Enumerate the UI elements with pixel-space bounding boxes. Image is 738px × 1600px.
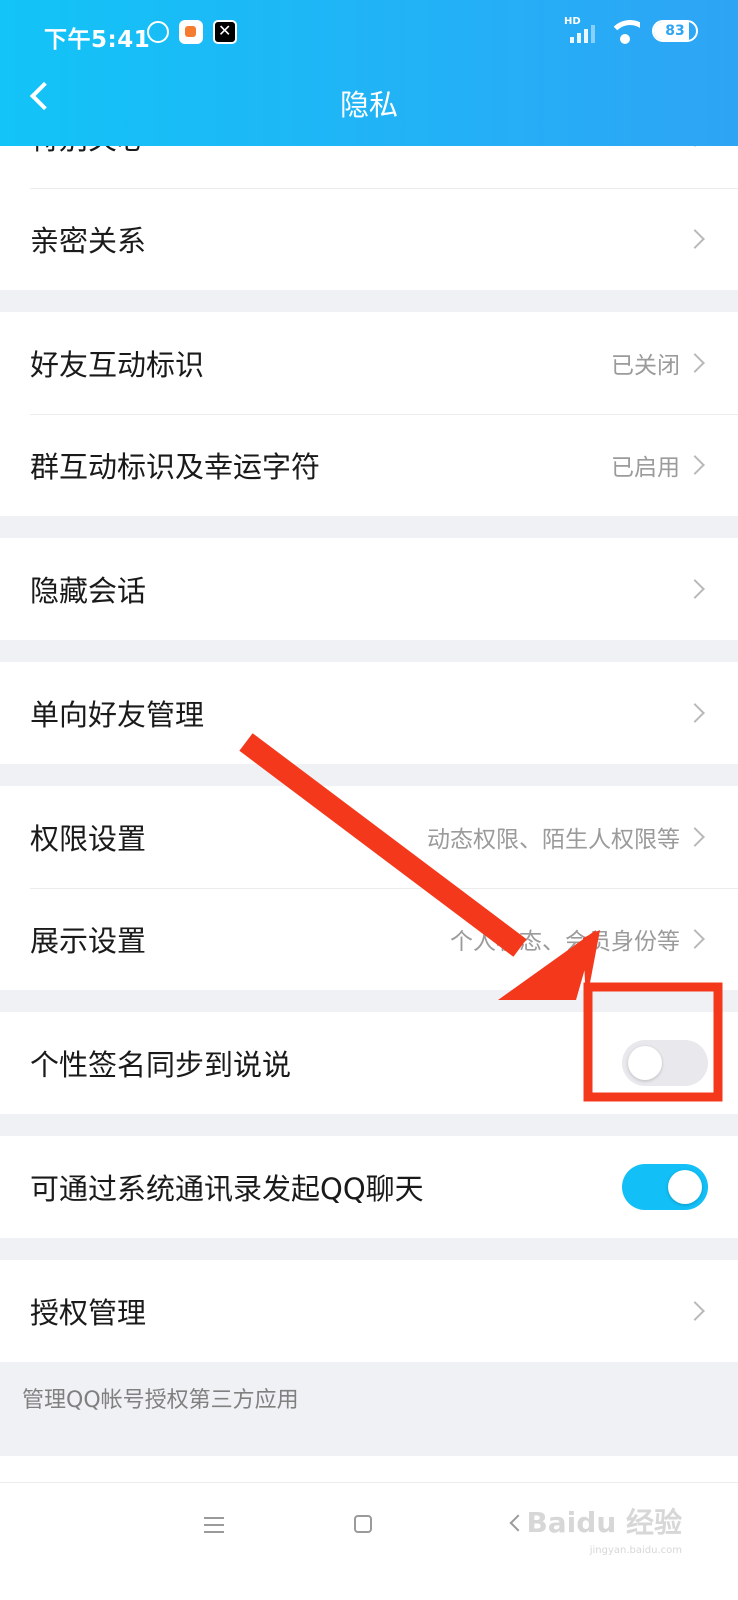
toggle-switch[interactable] [622,1040,708,1086]
settings-row-label: 亲密关系 [30,224,147,258]
settings-row-label: 单向好友管理 [30,698,205,732]
wifi-icon [610,18,640,44]
settings-row[interactable]: 授权管理 [0,1260,738,1362]
settings-row-label: 授权管理 [30,1296,147,1330]
settings-group: 个性签名同步到说说 [0,1012,738,1114]
settings-row[interactable]: 个性签名同步到说说 [0,1012,738,1114]
nav-bar: 隐私 [0,68,738,146]
watermark-url: jingyan.baidu.com [589,1545,682,1556]
group-spacer [0,640,738,662]
alarm-icon [147,21,169,43]
chevron-right-icon [685,703,705,723]
signal-icon: HD [564,16,598,43]
app-header: 下午5:41 HD 83 隐私 [0,0,738,146]
menu-icon[interactable] [204,1517,224,1533]
toggle-knob [628,1046,662,1080]
settings-row[interactable]: 权限设置 动态权限、陌生人权限等 [0,786,738,888]
group-spacer [0,990,738,1012]
settings-row[interactable]: 群互动标识及幸运字符 已启用 [0,414,738,516]
status-icons-right: HD 83 [564,16,698,44]
chevron-right-icon [685,455,705,475]
settings-row-label: 展示设置 [30,924,147,958]
group-spacer [0,516,738,538]
settings-group: 好友互动标识 已关闭群互动标识及幸运字符 已启用 [0,312,738,516]
settings-row-value: 已关闭 [611,353,680,379]
settings-row-label: 隐藏会话 [30,574,147,608]
status-icons-left [147,20,237,44]
chevron-right-icon [685,229,705,249]
settings-row[interactable]: 单向好友管理 [0,662,738,764]
settings-row-label: 可通过系统通讯录发起QQ聊天 [30,1172,424,1206]
settings-row-label: 权限设置 [30,822,147,856]
chevron-right-icon [685,1301,705,1321]
chevron-right-icon [685,929,705,949]
status-time: 下午5:41 [44,27,151,53]
settings-group: 权限设置 动态权限、陌生人权限等展示设置 个人状态、会员身份等 [0,786,738,990]
system-nav-bar: Baidu 经验 jingyan.baidu.com [0,1482,738,1600]
settings-row[interactable]: 好友互动标识 已关闭 [0,312,738,414]
settings-row[interactable]: 可通过系统通讯录发起QQ聊天 [0,1136,738,1238]
settings-row[interactable]: 亲密关系 [0,188,738,290]
group-spacer [0,764,738,786]
group-spacer [0,1434,738,1456]
settings-row-value: 动态权限、陌生人权限等 [427,827,680,853]
settings-row-label: 好友互动标识 [30,348,205,382]
group-spacer [0,1114,738,1136]
page-title: 隐私 [339,88,398,122]
watermark-text: Baidu 经验 [526,1506,682,1539]
chevron-right-icon [685,579,705,599]
settings-group: 授权管理 [0,1260,738,1362]
group-spacer [0,1238,738,1260]
settings-row-label: 个性签名同步到说说 [30,1048,292,1082]
settings-row[interactable]: 展示设置 个人状态、会员身份等 [0,888,738,990]
battery-icon: 83 [652,20,698,42]
chevron-right-icon [685,353,705,373]
settings-row-value: 已启用 [611,455,680,481]
group-footnote: 管理QQ帐号授权第三方应用 [0,1362,738,1434]
settings-list: 特别关心亲密关系好友互动标识已关闭群互动标识及幸运字符已启用隐藏会话单向好友管理… [0,86,738,1558]
settings-row-label: 群互动标识及幸运字符 [30,450,321,484]
settings-row[interactable]: 隐藏会话 [0,538,738,640]
settings-group: 可通过系统通讯录发起QQ聊天 [0,1136,738,1238]
chevron-right-icon [685,827,705,847]
status-bar: 下午5:41 HD 83 [0,0,738,68]
settings-group: 隐藏会话 [0,538,738,640]
toggle-knob [668,1170,702,1204]
toggle-switch[interactable] [622,1164,708,1210]
group-spacer [0,290,738,312]
home-square-icon[interactable] [354,1515,372,1533]
app-notification-icon [179,20,203,44]
settings-row-value: 个人状态、会员身份等 [450,929,680,955]
capcut-icon [213,20,237,44]
back-triangle-icon[interactable] [509,1514,527,1532]
settings-group: 单向好友管理 [0,662,738,764]
battery-percent: 83 [665,23,685,39]
